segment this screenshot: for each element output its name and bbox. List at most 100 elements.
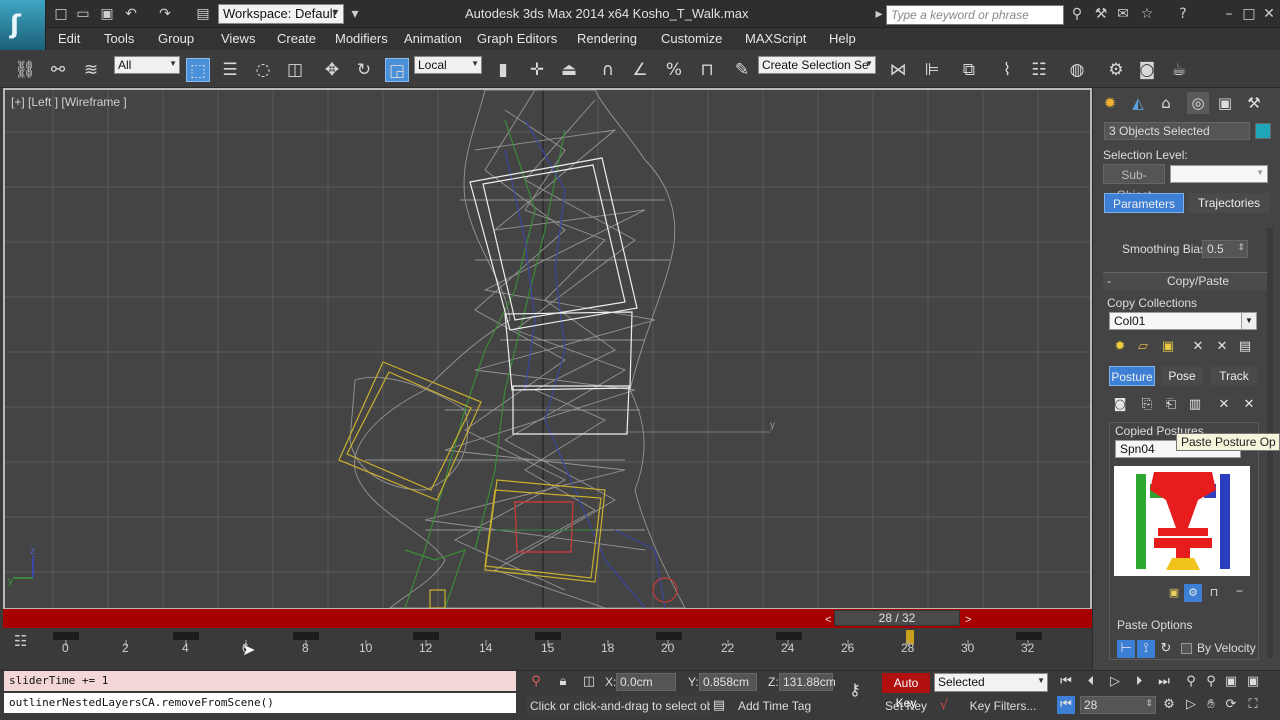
sub-object-button[interactable]: Sub-Object bbox=[1103, 164, 1165, 202]
previous-frame-icon[interactable]: ⏴ bbox=[1082, 673, 1100, 691]
menu-rendering[interactable]: Rendering bbox=[577, 31, 637, 46]
selection-filter-dropdown[interactable]: All ▼ bbox=[114, 56, 180, 74]
maxscript-listener-line[interactable]: sliderTime += 1 bbox=[4, 671, 516, 691]
menu-modifiers[interactable]: Modifiers bbox=[335, 31, 388, 46]
paste-posture-opposite-icon[interactable]: ⎗ bbox=[1162, 396, 1180, 414]
sub-object-dropdown[interactable]: ▼ bbox=[1170, 165, 1268, 183]
time-slider-next[interactable]: > bbox=[965, 613, 971, 627]
favorites-star-icon[interactable]: ☆ bbox=[1138, 5, 1156, 23]
parameters-tab-button[interactable]: Parameters bbox=[1104, 193, 1184, 213]
close-icon[interactable]: ✕ bbox=[1260, 5, 1278, 23]
subscription-icon[interactable]: ⚒ bbox=[1092, 5, 1110, 23]
quick-access-chevron-icon[interactable]: ▾ bbox=[346, 5, 364, 23]
keyboard-shortcut-override-icon[interactable]: ⏏ bbox=[557, 58, 581, 82]
load-collection-icon[interactable]: ▱ bbox=[1134, 338, 1152, 356]
save-file-icon[interactable]: ▣ bbox=[98, 5, 116, 23]
selection-lock-icon[interactable]: 🔒︎ bbox=[554, 673, 572, 691]
material-editor-icon[interactable]: ◍ bbox=[1065, 58, 1089, 82]
percent-snap-icon[interactable]: % bbox=[662, 58, 686, 82]
time-slider-prev[interactable]: < bbox=[825, 613, 831, 627]
field-of-view-icon[interactable]: ▷ bbox=[1182, 696, 1200, 714]
current-frame-field[interactable]: 28 ⇕ bbox=[1080, 696, 1156, 714]
utilities-tab-icon[interactable]: ⚒ bbox=[1243, 92, 1265, 114]
named-selection-sets-dropdown[interactable]: Create Selection Se ▼ bbox=[758, 56, 876, 74]
menu-views[interactable]: Views bbox=[221, 31, 255, 46]
zoom-extents-all-icon[interactable]: ▣ bbox=[1244, 673, 1262, 691]
max-load-icon[interactable]: ▤ bbox=[1236, 338, 1254, 356]
menu-customize[interactable]: Customize bbox=[661, 31, 722, 46]
workspace-dropdown[interactable]: Workspace: Default ▼ bbox=[218, 4, 344, 24]
menu-graph-editors[interactable]: Graph Editors bbox=[477, 31, 557, 46]
menu-tools[interactable]: Tools bbox=[104, 31, 134, 46]
go-to-end-icon[interactable]: ⏭ bbox=[1155, 673, 1173, 691]
hierarchy-tab-icon[interactable]: ⌂ bbox=[1155, 92, 1177, 114]
minimize-icon[interactable]: – bbox=[1220, 5, 1238, 23]
rendered-frame-window-icon[interactable]: ◙ bbox=[1135, 58, 1159, 82]
selection-name-field[interactable]: 3 Objects Selected bbox=[1104, 122, 1250, 140]
communication-icon[interactable]: ✉ bbox=[1114, 5, 1132, 23]
delete-posture-icon[interactable]: ✕ bbox=[1215, 396, 1233, 414]
angle-snap-icon[interactable]: ∠ bbox=[628, 58, 652, 82]
key-mode-dropdown[interactable]: Selected ▼ bbox=[934, 673, 1048, 692]
align-icon[interactable]: ⊫ bbox=[920, 58, 944, 82]
use-pivot-center-icon[interactable]: ▮ bbox=[491, 58, 515, 82]
unlink-selection-icon[interactable]: ⚯ bbox=[46, 58, 70, 82]
mirror-icon[interactable]: ⋈ bbox=[886, 58, 910, 82]
smoothing-bias-spinner[interactable]: 0.5 ⇕ bbox=[1202, 240, 1248, 258]
absolute-mode-icon[interactable]: ◫ bbox=[580, 673, 598, 691]
collection-dropdown[interactable]: Col01 ▼ bbox=[1109, 312, 1257, 330]
key-mode-curve-icon[interactable]: √ bbox=[935, 697, 953, 715]
key-mode-toggle-icon[interactable]: ⏮ bbox=[1057, 696, 1075, 714]
menu-group[interactable]: Group bbox=[158, 31, 194, 46]
schematic-view-icon[interactable]: ☷ bbox=[1027, 58, 1051, 82]
curve-editor-icon[interactable]: ⌇ bbox=[995, 58, 1019, 82]
auto-key-button[interactable]: Auto Key bbox=[882, 673, 930, 710]
new-collection-icon[interactable]: ✹ bbox=[1111, 338, 1129, 356]
paste-position-icon[interactable]: ⊢ bbox=[1117, 640, 1135, 658]
menu-help[interactable]: Help bbox=[829, 31, 856, 46]
set-key-button[interactable]: Set Key bbox=[882, 696, 930, 716]
pan-view-icon[interactable]: ✋︎ bbox=[1202, 696, 1220, 714]
save-collection-icon[interactable]: ▣ bbox=[1159, 338, 1177, 356]
bind-space-warp-icon[interactable]: ≋ bbox=[79, 58, 103, 82]
rectangular-selection-icon[interactable]: ◌ bbox=[251, 58, 275, 82]
app-logo-button[interactable]: ʃ bbox=[0, 0, 46, 50]
copy-posture-icon[interactable]: ◙ bbox=[1111, 396, 1129, 414]
select-and-scale-icon[interactable]: ◲ bbox=[385, 58, 409, 82]
pose-button[interactable]: Pose bbox=[1161, 366, 1203, 386]
select-by-name-icon[interactable]: ☰ bbox=[218, 58, 242, 82]
motion-tab-icon[interactable]: ◎ bbox=[1187, 92, 1209, 114]
selection-pin-icon[interactable]: ⚲ bbox=[527, 673, 545, 691]
snaps-toggle-icon[interactable]: ∩ bbox=[596, 58, 620, 82]
x-coord-field[interactable]: 0.0cm bbox=[616, 673, 676, 691]
track-button[interactable]: Track bbox=[1211, 366, 1257, 386]
help-icon[interactable]: ? bbox=[1174, 5, 1192, 23]
open-mini-curve-editor-icon[interactable]: ☷ bbox=[14, 632, 27, 650]
maximize-icon[interactable]: □ bbox=[1240, 5, 1258, 23]
by-velocity-checkbox[interactable] bbox=[1181, 643, 1192, 654]
menu-create[interactable]: Create bbox=[277, 31, 316, 46]
delete-all-postures-icon[interactable]: ✕ bbox=[1240, 396, 1258, 414]
posture-lock-icon[interactable]: ⊓ bbox=[1205, 584, 1223, 602]
y-coord-field[interactable]: 0.858cm bbox=[699, 673, 757, 691]
window-crossing-icon[interactable]: ◫ bbox=[283, 58, 307, 82]
render-setup-icon[interactable]: ⚙ bbox=[1104, 58, 1128, 82]
new-file-icon[interactable]: □ bbox=[52, 5, 70, 23]
undo-icon[interactable]: ↶ bbox=[122, 5, 140, 23]
maxscript-output-line[interactable]: outlinerNestedLayersCA.removeFromScene() bbox=[4, 693, 516, 713]
create-tab-icon[interactable]: ✹ bbox=[1099, 92, 1121, 114]
delete-all-collections-icon[interactable]: ✕ bbox=[1213, 338, 1231, 356]
edit-named-selection-icon[interactable]: ✎ bbox=[730, 58, 754, 82]
time-slider-frame[interactable]: < 28 / 32 > bbox=[825, 610, 971, 626]
go-to-start-icon[interactable]: ⏮ bbox=[1057, 673, 1075, 691]
time-slider[interactable]: < 28 / 32 > bbox=[3, 609, 1092, 628]
copy-paste-rollout-header[interactable]: - Copy/Paste bbox=[1103, 272, 1267, 290]
orbit-icon[interactable]: ⟳ bbox=[1222, 696, 1240, 714]
paste-rotation-icon[interactable]: ⟟ bbox=[1137, 640, 1155, 658]
zoom-all-icon[interactable]: ⚲ bbox=[1202, 673, 1220, 691]
delete-collection-icon[interactable]: ✕ bbox=[1189, 338, 1207, 356]
posture-option-selected-icon[interactable]: ⚙ bbox=[1184, 584, 1202, 602]
open-file-icon[interactable]: ▭ bbox=[74, 5, 92, 23]
redo-icon[interactable]: ↷ bbox=[156, 5, 174, 23]
paste-scale-icon[interactable]: ↻ bbox=[1157, 640, 1175, 658]
